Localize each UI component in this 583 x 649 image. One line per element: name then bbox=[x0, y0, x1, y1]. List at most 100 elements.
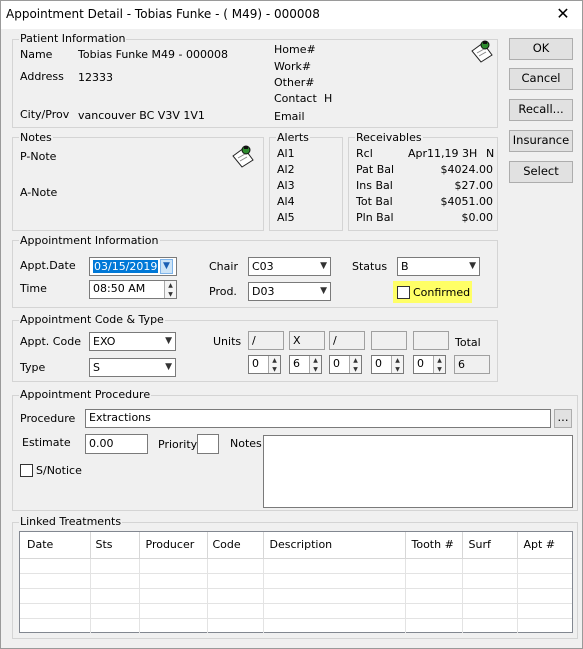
select-button[interactable]: Select bbox=[509, 161, 573, 183]
table-row[interactable] bbox=[20, 558, 572, 574]
column-header-producer[interactable]: Producer bbox=[139, 532, 208, 559]
chevron-down-icon: ▼ bbox=[165, 362, 172, 372]
unit-box-5 bbox=[413, 331, 449, 350]
spin-down-icon[interactable]: ▼ bbox=[434, 365, 445, 374]
appt-date-picker[interactable]: 03/15/2019 ▼ bbox=[89, 257, 177, 276]
chevron-down-icon: ▼ bbox=[320, 261, 327, 271]
spin-down-icon[interactable]: ▼ bbox=[269, 365, 280, 374]
table-row[interactable] bbox=[20, 573, 572, 589]
close-icon[interactable]: ✕ bbox=[553, 4, 573, 24]
other-phone-label: Other# bbox=[274, 76, 315, 89]
unit-spinner-2[interactable]: 6 ▲ ▼ bbox=[289, 355, 322, 374]
appointment-detail-window: Appointment Detail - Tobias Funke - ( M4… bbox=[0, 0, 583, 649]
column-header-date[interactable]: Date bbox=[20, 532, 91, 559]
browse-button[interactable]: ... bbox=[554, 409, 572, 428]
ok-button[interactable]: OK bbox=[509, 38, 573, 60]
spin-up-icon[interactable]: ▲ bbox=[392, 356, 403, 365]
notes-textarea[interactable] bbox=[263, 435, 573, 508]
chevron-down-icon: ▼ bbox=[469, 261, 476, 271]
notes-clipboard-icon[interactable] bbox=[230, 144, 256, 168]
spin-up-icon[interactable]: ▲ bbox=[434, 356, 445, 365]
type-select[interactable]: S ▼ bbox=[89, 358, 176, 377]
alert-2: Al2 bbox=[277, 163, 295, 176]
confirmed-checkbox[interactable] bbox=[397, 286, 410, 299]
status-select[interactable]: B ▼ bbox=[397, 257, 480, 276]
unit-spinner-4[interactable]: 0 ▲ ▼ bbox=[371, 355, 404, 374]
column-header-surf[interactable]: Surf bbox=[462, 532, 518, 559]
spin-down-icon[interactable]: ▼ bbox=[165, 290, 176, 299]
priority-label: Priority bbox=[158, 438, 198, 451]
pat-bal-label: Pat Bal bbox=[356, 163, 395, 176]
spin-up-icon[interactable]: ▲ bbox=[269, 356, 280, 365]
time-spinner[interactable]: ▲ ▼ bbox=[164, 281, 176, 298]
insurance-button[interactable]: Insurance bbox=[509, 130, 573, 152]
chair-select[interactable]: C03 ▼ bbox=[248, 257, 331, 276]
column-header-code[interactable]: Code bbox=[207, 532, 264, 559]
priority-input[interactable] bbox=[197, 434, 219, 454]
estimate-input[interactable]: 0.00 bbox=[85, 434, 148, 454]
column-header-apt[interactable]: Apt # bbox=[517, 532, 572, 559]
unit-spin-5[interactable]: ▲ ▼ bbox=[433, 356, 445, 373]
column-header-sts[interactable]: Sts bbox=[90, 532, 140, 559]
contact-value: H bbox=[324, 92, 333, 105]
total-value: 6 bbox=[454, 355, 490, 374]
confirmed-label[interactable]: Confirmed bbox=[413, 286, 470, 299]
appt-code-select[interactable]: EXO ▼ bbox=[89, 332, 176, 351]
spin-up-icon[interactable]: ▲ bbox=[350, 356, 361, 365]
unit-spinner-3[interactable]: 0 ▲ ▼ bbox=[329, 355, 362, 374]
unit-spin-2[interactable]: ▲ ▼ bbox=[309, 356, 321, 373]
alert-4: Al4 bbox=[277, 195, 295, 208]
unit-value-4: 0 bbox=[375, 357, 382, 370]
time-label: Time bbox=[20, 282, 47, 295]
alert-3: Al3 bbox=[277, 179, 295, 192]
alert-5: Al5 bbox=[277, 211, 295, 224]
patient-address: 12333 bbox=[78, 71, 113, 84]
chevron-down-icon[interactable]: ▼ bbox=[160, 259, 173, 274]
unit-spinner-1[interactable]: 0 ▲ ▼ bbox=[248, 355, 281, 374]
spin-down-icon[interactable]: ▼ bbox=[392, 365, 403, 374]
city-label: City/Prov bbox=[20, 108, 70, 121]
unit-spin-1[interactable]: ▲ ▼ bbox=[268, 356, 280, 373]
rcl-interval: 3H bbox=[462, 147, 478, 160]
estimate-label: Estimate bbox=[22, 436, 71, 449]
snotice-checkbox[interactable] bbox=[20, 464, 33, 477]
appt-date-value: 03/15/2019 bbox=[93, 260, 159, 273]
appt-code-label: Appt. Code bbox=[20, 335, 81, 348]
spin-up-icon[interactable]: ▲ bbox=[165, 281, 176, 290]
time-field[interactable]: 08:50 AM ▲ ▼ bbox=[89, 280, 177, 299]
unit-spinner-5[interactable]: 0 ▲ ▼ bbox=[413, 355, 446, 374]
procedure-input[interactable]: Extractions bbox=[85, 409, 551, 428]
linked-treatments-table[interactable]: Date Sts Producer Code Description Tooth… bbox=[19, 531, 573, 633]
unit-spin-4[interactable]: ▲ ▼ bbox=[391, 356, 403, 373]
notes-title: Notes bbox=[19, 131, 53, 144]
column-header-tooth[interactable]: Tooth # bbox=[405, 532, 463, 559]
clipboard-icon[interactable] bbox=[469, 39, 495, 63]
ins-bal-label: Ins Bal bbox=[356, 179, 393, 192]
table-row[interactable] bbox=[20, 603, 572, 619]
treatments-grid: Date Sts Producer Code Description Tooth… bbox=[20, 532, 572, 633]
prod-select[interactable]: D03 ▼ bbox=[248, 282, 331, 301]
unit-value-2: 6 bbox=[293, 357, 300, 370]
type-value: S bbox=[93, 361, 100, 374]
spin-down-icon[interactable]: ▼ bbox=[310, 365, 321, 374]
chevron-down-icon: ▼ bbox=[320, 286, 327, 296]
prod-value: D03 bbox=[252, 285, 275, 298]
cancel-button[interactable]: Cancel bbox=[509, 68, 573, 90]
notes-label: Notes bbox=[230, 437, 262, 450]
unit-spin-3[interactable]: ▲ ▼ bbox=[349, 356, 361, 373]
unit-value-1: 0 bbox=[252, 357, 259, 370]
total-label: Total bbox=[455, 336, 481, 349]
spin-down-icon[interactable]: ▼ bbox=[350, 365, 361, 374]
procedure-label: Procedure bbox=[20, 412, 76, 425]
chevron-down-icon: ▼ bbox=[165, 336, 172, 346]
code-group-title: Appointment Code & Type bbox=[19, 313, 165, 326]
snotice-label[interactable]: S/Notice bbox=[36, 464, 82, 477]
table-row[interactable] bbox=[20, 588, 572, 604]
recall-button[interactable]: Recall... bbox=[509, 99, 573, 121]
column-header-description[interactable]: Description bbox=[263, 532, 406, 559]
home-phone-label: Home# bbox=[274, 43, 316, 56]
spin-up-icon[interactable]: ▲ bbox=[310, 356, 321, 365]
unit-value-5: 0 bbox=[417, 357, 424, 370]
table-row[interactable] bbox=[20, 618, 572, 633]
patient-name: Tobias Funke M49 - 000008 bbox=[78, 48, 228, 61]
